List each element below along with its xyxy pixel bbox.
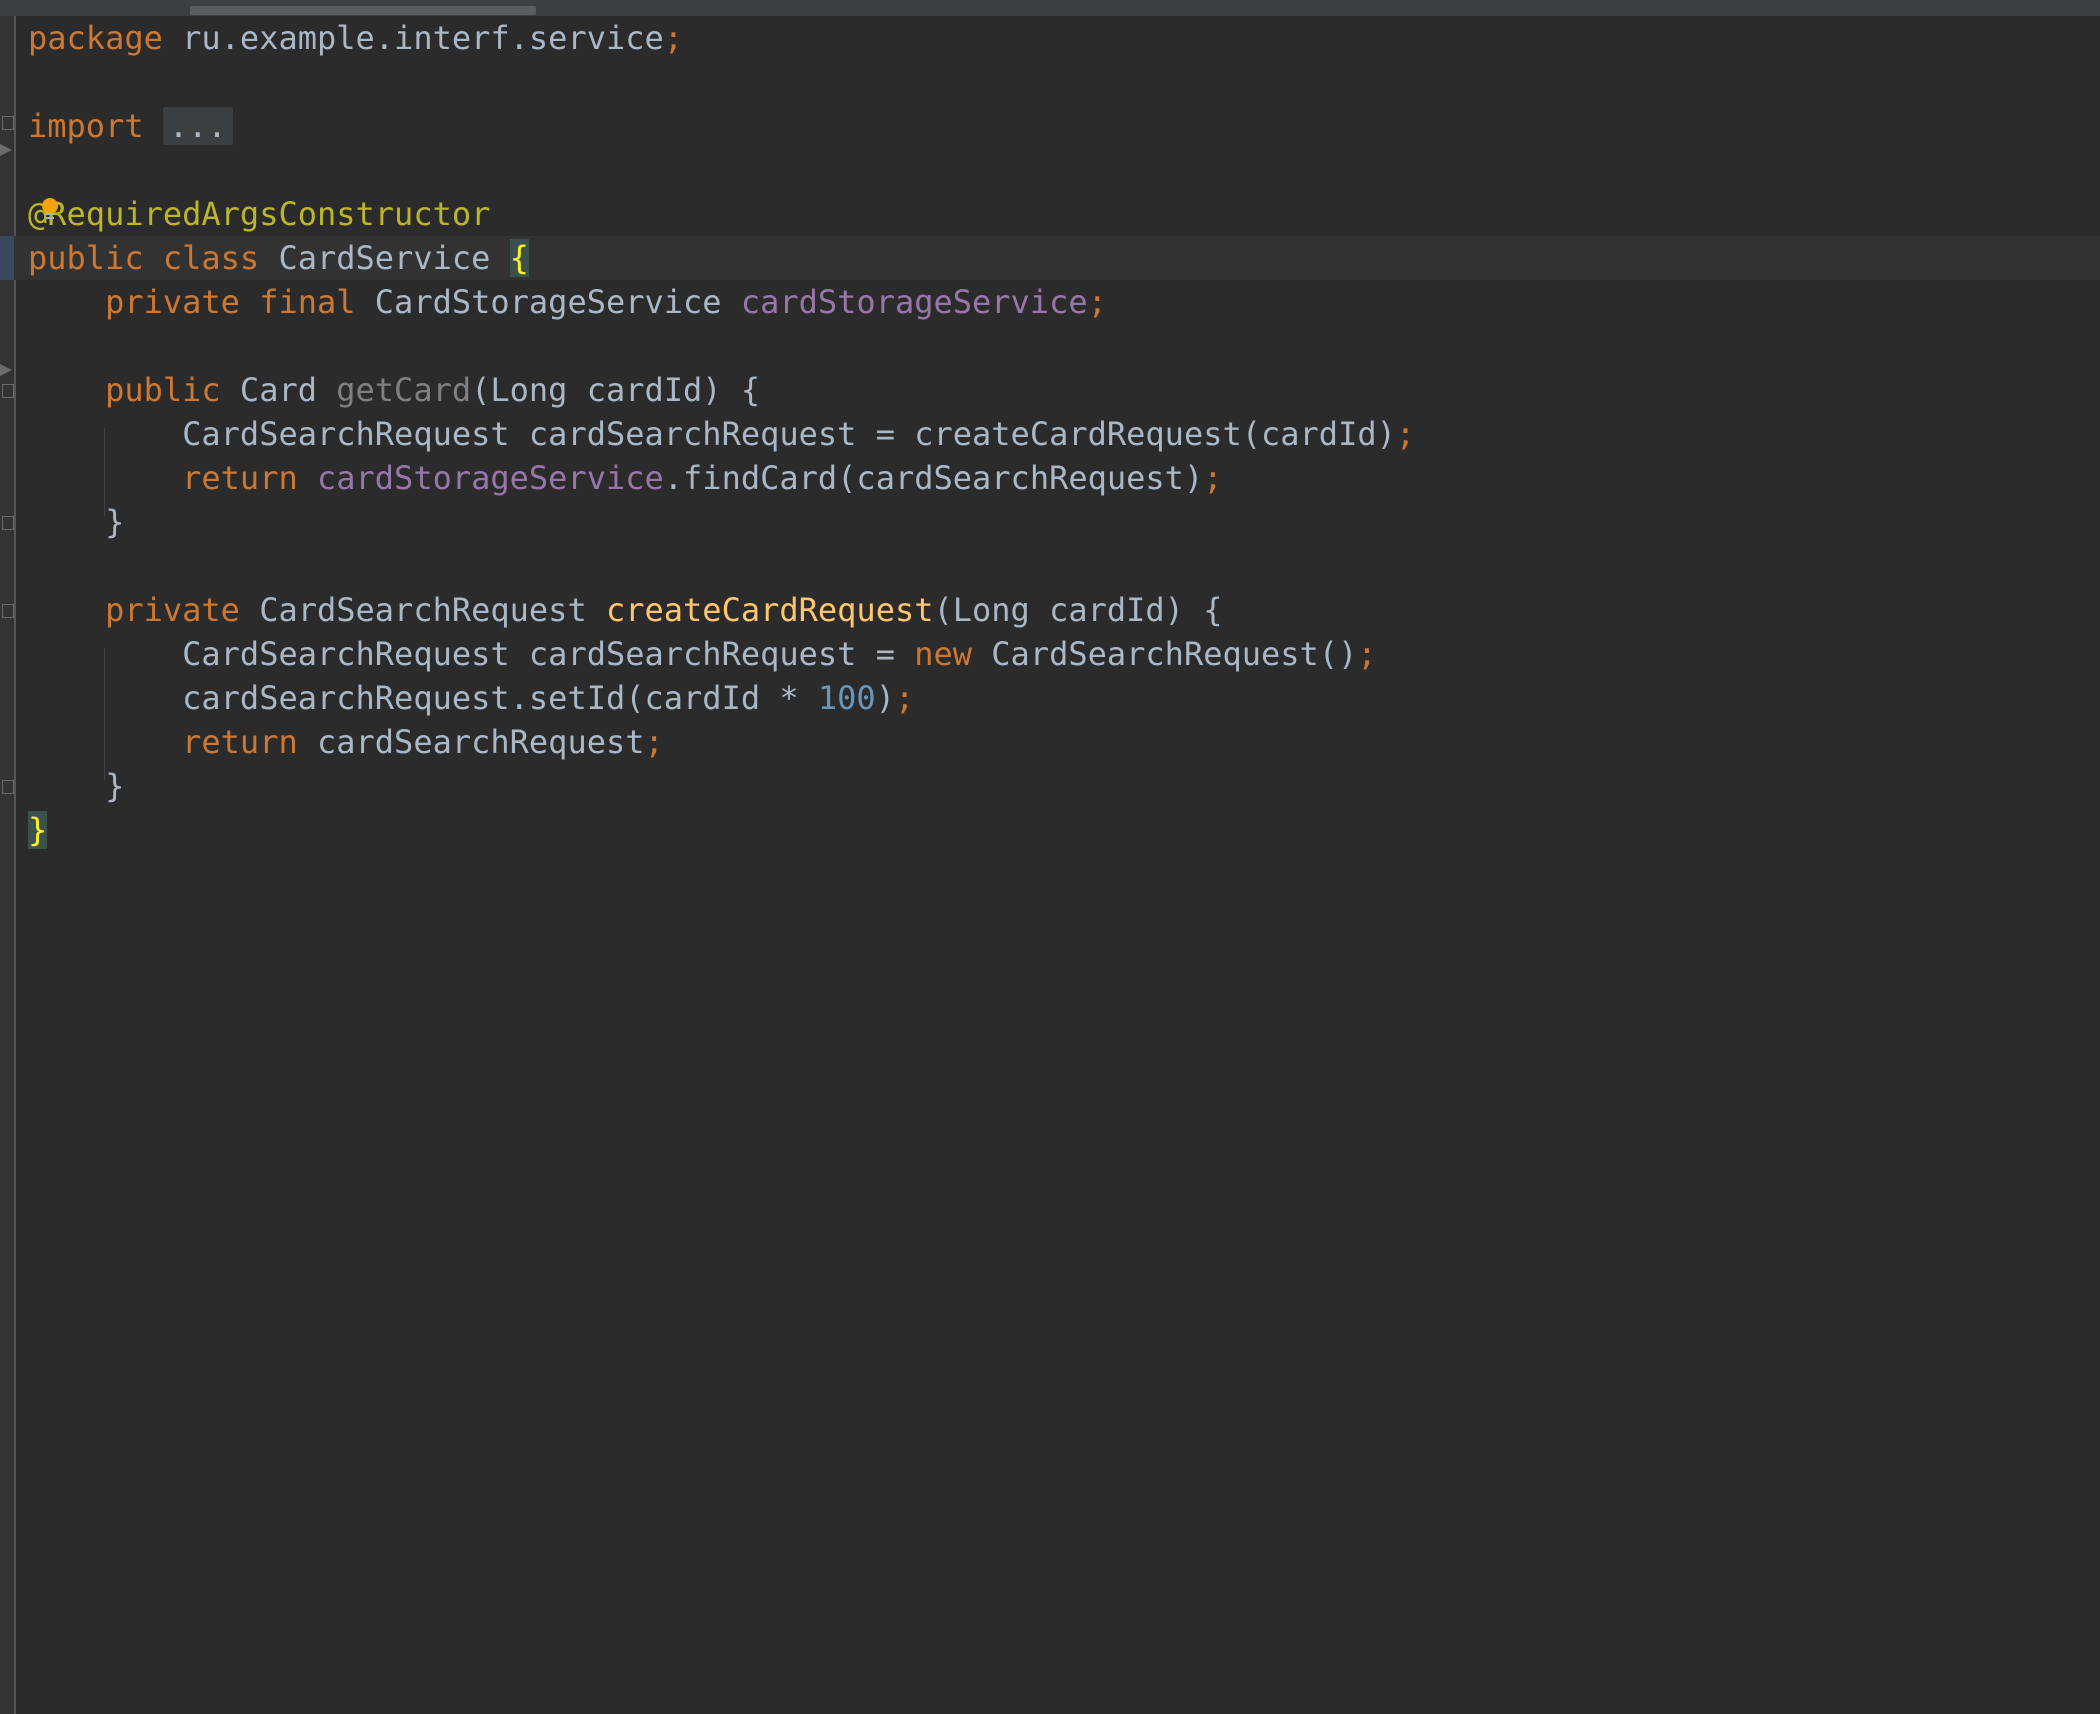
- code-token: cardSearchRequest: [316, 723, 645, 761]
- code-token: getCard: [336, 371, 472, 409]
- code-line[interactable]: ​: [28, 60, 2100, 104]
- code-editor[interactable]: package ru.example.interf.service;​impor…: [14, 16, 2100, 852]
- code-line[interactable]: public Card getCard(Long cardId) {: [28, 368, 2100, 412]
- code-token: CardSearchRequest cardSearchRequest = cr…: [28, 415, 1396, 453]
- import-fold-expand-icon[interactable]: [2, 116, 14, 130]
- code-token: 100: [817, 679, 876, 717]
- code-line[interactable]: CardSearchRequest cardSearchRequest = ne…: [28, 632, 2100, 676]
- code-line[interactable]: ​: [28, 148, 2100, 192]
- code-line[interactable]: return cardSearchRequest;: [28, 720, 2100, 764]
- fold-marker-arrow-icon: [0, 364, 12, 376]
- fold-marker-arrow-icon: [0, 144, 12, 156]
- code-line[interactable]: cardSearchRequest.setId(cardId * 100);: [28, 676, 2100, 720]
- code-token: package: [28, 19, 163, 57]
- folded-imports-placeholder[interactable]: ...: [162, 107, 233, 145]
- code-token: CardService: [278, 239, 510, 277]
- getcard-fold-collapse-icon[interactable]: [2, 384, 14, 398]
- code-token: ;: [894, 679, 915, 717]
- getcard-fold-end-icon[interactable]: [2, 516, 14, 530]
- code-token: (Long cardId) {: [933, 591, 1223, 629]
- code-line[interactable]: CardSearchRequest cardSearchRequest = cr…: [28, 412, 2100, 456]
- code-line[interactable]: }: [28, 500, 2100, 544]
- code-token: CardSearchRequest cardSearchRequest =: [28, 635, 915, 673]
- code-token: ;: [1087, 283, 1107, 321]
- code-token: CardSearchRequest: [259, 591, 606, 629]
- code-token: return: [182, 723, 317, 761]
- code-token: ): [875, 679, 895, 717]
- code-token: new: [914, 635, 992, 673]
- code-line[interactable]: }: [28, 764, 2100, 808]
- code-line[interactable]: @RequiredArgsConstructor: [28, 192, 2100, 236]
- code-token: ;: [1203, 459, 1223, 497]
- code-line[interactable]: }: [28, 808, 2100, 852]
- code-line[interactable]: ​: [28, 544, 2100, 588]
- editor-tab-strip: [0, 0, 2100, 16]
- code-line[interactable]: public class CardService {: [14, 236, 2100, 280]
- code-token: private: [105, 591, 260, 629]
- code-line[interactable]: package ru.example.interf.service;: [28, 16, 2100, 60]
- code-line[interactable]: return cardStorageService.findCard(cardS…: [28, 456, 2100, 500]
- code-token: cardStorageService: [316, 459, 664, 497]
- code-token: createCardRequest: [605, 591, 934, 629]
- code-token: cardSearchRequest.setId(cardId *: [28, 679, 818, 717]
- code-line[interactable]: import ...: [28, 104, 2100, 148]
- code-token: }: [28, 767, 125, 805]
- horizontal-scroll-thumb[interactable]: [190, 6, 536, 15]
- code-token: ru.example.interf.service: [162, 19, 664, 57]
- code-token: public: [105, 371, 240, 409]
- code-token: CardStorageService: [374, 283, 741, 321]
- current-line-gutter-mark: [0, 236, 14, 280]
- code-token: }: [28, 503, 125, 541]
- code-token: cardStorageService: [740, 283, 1088, 321]
- code-token: CardSearchRequest(): [991, 635, 1358, 673]
- intention-bulb-icon[interactable]: [40, 198, 60, 220]
- code-token: ;: [1395, 415, 1416, 453]
- code-token: private final: [105, 283, 375, 321]
- code-token: ;: [1357, 635, 1377, 673]
- code-line[interactable]: private final CardStorageService cardSto…: [28, 280, 2100, 324]
- createcardrequest-fold-collapse-icon[interactable]: [2, 604, 14, 618]
- code-token: ;: [663, 19, 684, 57]
- code-token: }: [28, 811, 48, 849]
- code-token: ;: [644, 723, 664, 761]
- code-line[interactable]: private CardSearchRequest createCardRequ…: [28, 588, 2100, 632]
- code-token: return: [182, 459, 317, 497]
- code-token: (Long cardId) {: [471, 371, 761, 409]
- code-line[interactable]: ​: [28, 324, 2100, 368]
- code-token: @RequiredArgsConstructor: [28, 195, 491, 233]
- code-token: Card: [239, 371, 337, 409]
- createcardrequest-fold-end-icon[interactable]: [2, 780, 14, 794]
- code-token: {: [509, 239, 529, 277]
- code-token: .findCard(cardSearchRequest): [663, 459, 1204, 497]
- code-token: import: [28, 107, 144, 145]
- code-token: public class: [28, 239, 279, 277]
